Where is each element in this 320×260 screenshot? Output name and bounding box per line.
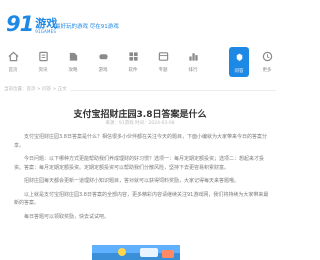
nav-label: 游戏 xyxy=(98,68,108,73)
logo-en: 91GAMES xyxy=(35,29,57,34)
nav-item-rank[interactable]: 排行 xyxy=(182,46,204,78)
nav-label: 软件 xyxy=(128,68,138,73)
logo-cn: 游戏 xyxy=(35,17,58,30)
nav-label: 首页 xyxy=(8,68,18,73)
nav-item-news[interactable]: 资讯 xyxy=(32,46,54,78)
guide-icon xyxy=(68,51,79,62)
nav-label: 排行 xyxy=(188,68,198,73)
question-icon xyxy=(234,52,245,63)
breadcrumb[interactable]: 当前位置：首页 > 问答 > 正文 xyxy=(4,86,70,92)
main-nav: 首页 资讯 攻略 游戏 软件 专题 排行 问答 更多 xyxy=(0,46,280,78)
nav-label: 专题 xyxy=(158,68,168,73)
article-paragraph: 以上就是支付宝招财庄园3.8日答案的全部内容，更多精彩内容请继续关注91游戏网，… xyxy=(14,191,269,207)
article-paragraph: 招财庄园每天都会更新一道理财小知识题目，答对就可以获得饲料奖励，大家记得每天来答… xyxy=(24,178,240,184)
nav-item-guide[interactable]: 攻略 xyxy=(62,46,84,78)
topic-icon xyxy=(158,51,169,62)
home-icon xyxy=(8,51,19,62)
nav-item-home[interactable]: 首页 xyxy=(2,46,24,78)
news-icon xyxy=(38,51,49,62)
nav-label: 攻略 xyxy=(68,68,78,73)
article-image xyxy=(92,245,180,260)
gamepad-icon xyxy=(98,51,109,62)
nav-label: 问答 xyxy=(234,69,244,74)
apps-icon xyxy=(128,51,139,62)
article-paragraph: 每日答题可以领取奖励，快去试试吧。 xyxy=(24,213,110,220)
logo-text: 游戏 91GAMES xyxy=(35,18,57,34)
article-paragraph: 支付宝招财庄园3.8日答案是什么？相信很多小伙伴都在关注今天的题目，下面小编就为… xyxy=(14,134,267,149)
nav-label: 更多 xyxy=(262,68,272,73)
nav-item-topic[interactable]: 专题 xyxy=(152,46,174,78)
article-title: 支付宝招财庄园3.8日答案是什么 xyxy=(73,110,207,120)
nav-item-question[interactable]: 问答 xyxy=(229,47,249,77)
article-body: 支付宝招财庄园3.8日答案是什么？相信很多小伙伴都在关注今天的题目，下面小编就为… xyxy=(14,133,272,226)
logo-number: 91 xyxy=(6,12,34,36)
nav-item-apps[interactable]: 软件 xyxy=(122,46,144,78)
article-meta: 来源：91游戏 时间：2024-03-08 xyxy=(105,121,175,126)
nav-label: 资讯 xyxy=(38,68,48,73)
site-slogan: 最好玩的游戏 尽在91游戏 xyxy=(55,24,119,30)
rank-icon xyxy=(188,51,199,62)
nav-item-more[interactable]: 更多 xyxy=(256,46,278,78)
site-header: 91 游戏 91GAMES 最好玩的游戏 尽在91游戏 xyxy=(0,0,280,42)
site-logo[interactable]: 91 游戏 91GAMES xyxy=(6,12,57,36)
nav-item-games[interactable]: 游戏 xyxy=(92,46,114,78)
article-paragraph: 今日问题：以下哪种方式更能帮助我们养成理财的好习惯？选项一：每月定期定额投资；选… xyxy=(14,156,265,171)
more-icon xyxy=(262,51,273,62)
